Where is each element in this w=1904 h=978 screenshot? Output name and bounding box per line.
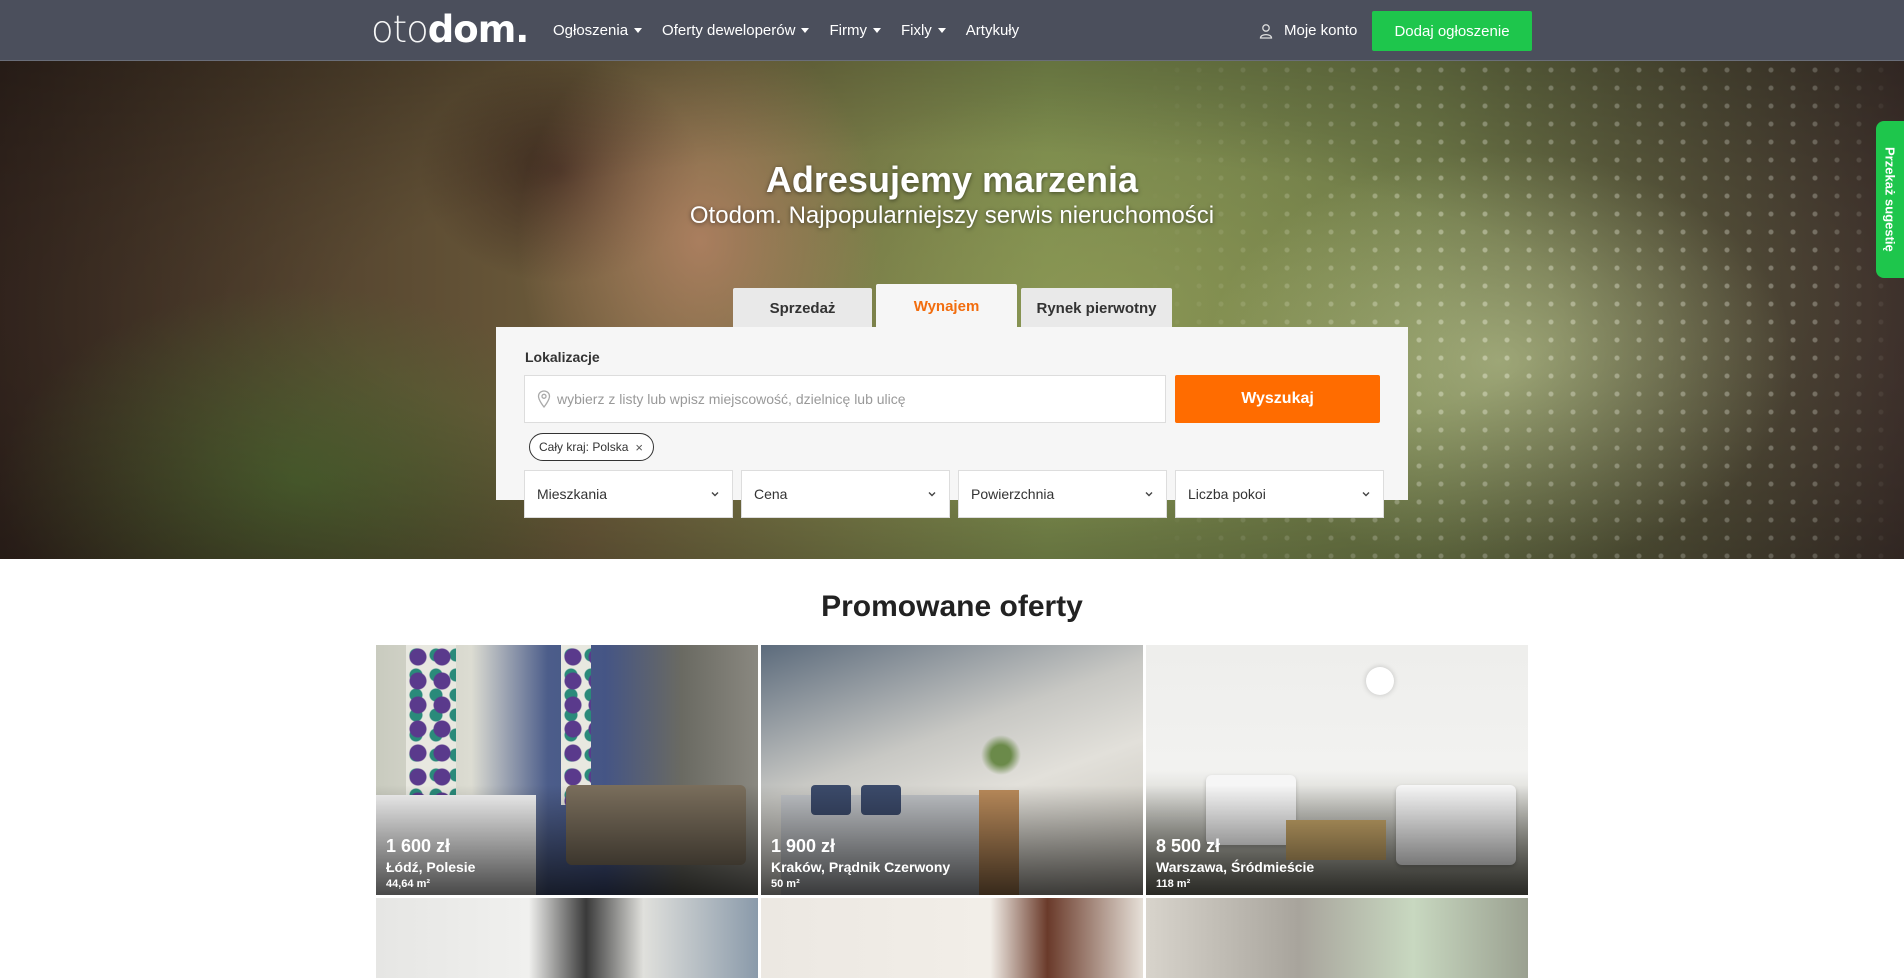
search-button[interactable]: Wyszukaj	[1175, 375, 1380, 423]
nav-item-ogloszenia[interactable]: Ogłoszenia	[553, 22, 643, 39]
nav-item-fixly[interactable]: Fixly	[901, 22, 946, 39]
chevron-down-icon	[928, 492, 936, 497]
promoted-listings: 1 600 zł Łódź, Polesie 44,64 m² 1 900 zł…	[376, 645, 1528, 978]
feedback-tab[interactable]: Przekaż sugestię	[1876, 121, 1904, 278]
account-label: Moje konto	[1284, 22, 1358, 39]
user-icon	[1259, 23, 1273, 39]
listing-photo-detail	[1366, 667, 1394, 695]
hero-title: Adresujemy marzenia	[765, 159, 1139, 200]
logo-text-left: oto	[371, 8, 429, 51]
account-link[interactable]: Moje konto	[1258, 0, 1357, 61]
close-icon[interactable]: ×	[635, 440, 643, 455]
listing-location: Kraków, Prądnik Czerwony	[771, 859, 951, 875]
nav-item-label: Ogłoszenia	[553, 22, 629, 39]
location-chip: Cały kraj: Polska ×	[529, 433, 654, 461]
caret-down-icon	[801, 28, 810, 33]
feedback-label: Przekaż sugestię	[1882, 147, 1898, 252]
select-value: Cena	[754, 486, 788, 502]
hero-subtitle: Otodom. Najpopularniejszy serwis nieruch…	[689, 202, 1215, 229]
nav-item-label: Fixly	[900, 22, 932, 39]
area-select[interactable]: Powierzchnia	[958, 470, 1167, 518]
promoted-title: Promowane oferty	[821, 590, 1083, 623]
listing-card[interactable]: 1 900 zł Kraków, Prądnik Czerwony 50 m²	[761, 645, 1143, 895]
main-menu: Ogłoszenia Oferty deweloperów Firmy Fixl…	[553, 0, 1039, 61]
tab-rynek-pierwotny[interactable]: Rynek pierwotny	[1021, 288, 1172, 328]
search-tabs: Sprzedaż Wynajem Rynek pierwotny	[733, 284, 1176, 328]
listing-price: 1 900 zł	[771, 836, 836, 856]
listing-photo-detail	[406, 645, 456, 805]
listing-card[interactable]	[376, 898, 758, 978]
listing-photo-detail	[981, 725, 1021, 785]
search-panel: Lokalizacje wybierz z listy lub wpisz mi…	[496, 327, 1408, 518]
tab-wynajem[interactable]: Wynajem	[876, 284, 1017, 328]
hero-banner: Adresujemy marzenia Otodom. Najpopularni…	[0, 61, 1904, 559]
location-input[interactable]: wybierz z listy lub wpisz miejscowość, d…	[524, 375, 1166, 423]
listing-card[interactable]	[1146, 898, 1528, 978]
caret-down-icon	[634, 28, 643, 33]
listing-price: 8 500 zł	[1156, 836, 1221, 856]
listing-card[interactable]: 1 600 zł Łódź, Polesie 44,64 m²	[376, 645, 758, 895]
add-listing-button[interactable]: Dodaj ogłoszenie	[1372, 11, 1532, 51]
listing-area: 118 m²	[1156, 878, 1191, 890]
caret-down-icon	[937, 28, 946, 33]
location-label: Lokalizacje	[525, 349, 600, 365]
nav-item-label: Oferty deweloperów	[662, 22, 796, 39]
top-navbar: otodom. Ogłoszenia Oferty deweloperów Fi…	[0, 0, 1904, 61]
listing-price: 1 600 zł	[386, 836, 451, 856]
location-placeholder: wybierz z listy lub wpisz miejscowość, d…	[557, 391, 906, 407]
chevron-down-icon	[1362, 492, 1370, 497]
nav-item-label: Firmy	[829, 22, 867, 39]
listing-card[interactable]	[761, 898, 1143, 978]
listing-card[interactable]: 8 500 zł Warszawa, Śródmieście 118 m²	[1146, 645, 1528, 895]
location-chip-label: Cały kraj: Polska	[539, 440, 629, 454]
listing-location: Łódź, Polesie	[386, 859, 476, 875]
map-pin-icon	[537, 390, 551, 408]
nav-item-firmy[interactable]: Firmy	[829, 22, 881, 39]
filter-row: Mieszkania Cena Powierzchnia Liczba poko…	[524, 470, 1384, 518]
chevron-down-icon	[711, 492, 719, 497]
listing-area: 44,64 m²	[386, 878, 431, 890]
nav-item-label: Artykuły	[965, 22, 1020, 39]
chevron-down-icon	[1145, 492, 1153, 497]
otodom-logo[interactable]: otodom.	[371, 8, 530, 52]
listing-location: Warszawa, Śródmieście	[1156, 859, 1315, 875]
nav-item-artykuly[interactable]: Artykuły	[966, 22, 1019, 39]
property-type-select[interactable]: Mieszkania	[524, 470, 733, 518]
select-value: Powierzchnia	[971, 486, 1055, 502]
rooms-select[interactable]: Liczba pokoi	[1175, 470, 1384, 518]
nav-item-oferty-deweloperow[interactable]: Oferty deweloperów	[662, 22, 810, 39]
listing-area: 50 m²	[771, 878, 800, 890]
select-value: Liczba pokoi	[1188, 486, 1266, 502]
select-value: Mieszkania	[537, 486, 608, 502]
tab-sprzedaz[interactable]: Sprzedaż	[733, 288, 872, 328]
logo-text-right: dom.	[427, 8, 530, 51]
price-select[interactable]: Cena	[741, 470, 950, 518]
caret-down-icon	[872, 28, 881, 33]
listing-photo-detail	[561, 645, 591, 805]
